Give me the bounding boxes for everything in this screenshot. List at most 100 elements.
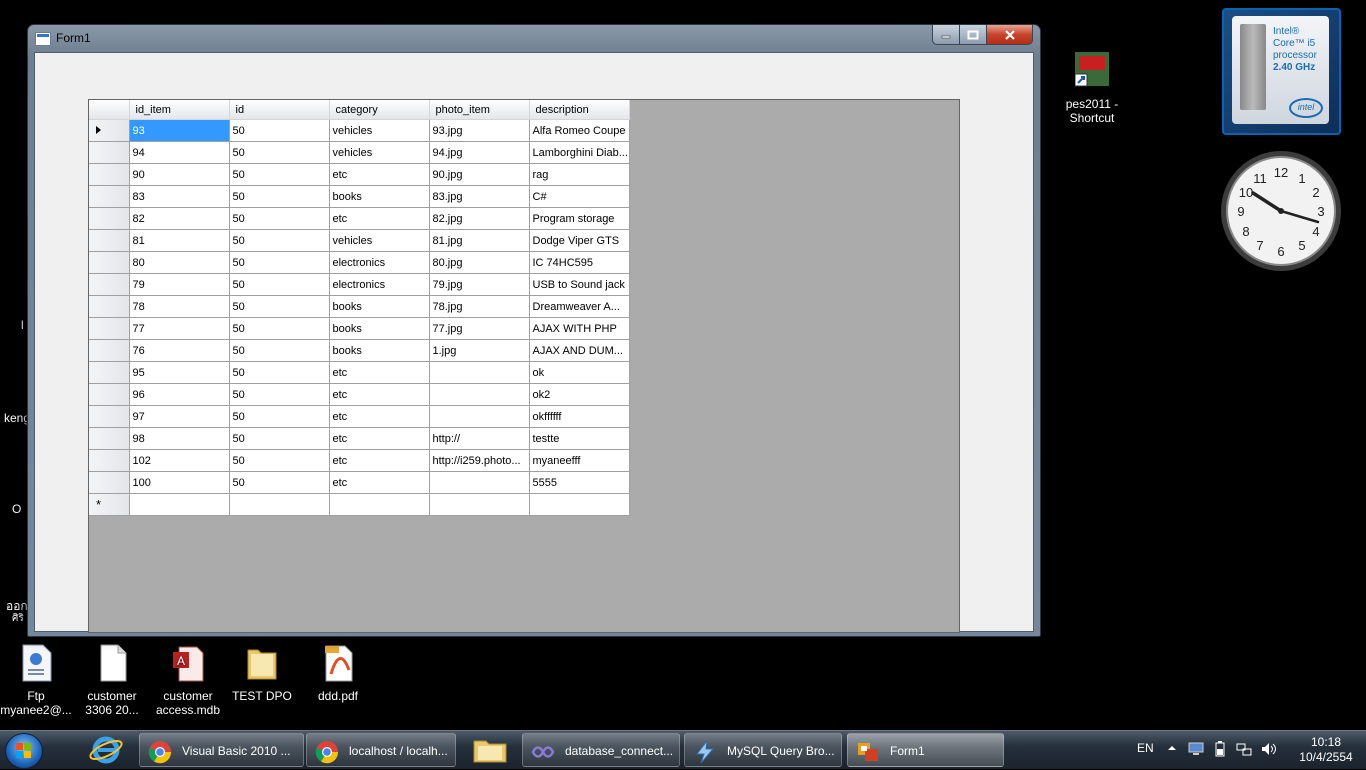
cell-category[interactable]: etc: [329, 449, 430, 472]
form1-window[interactable]: Form1 id_item id category photo_item des…: [27, 24, 1041, 637]
cell-photo-item[interactable]: [429, 471, 530, 494]
desktop-icon-ddd-pdf[interactable]: ddd.pdf: [302, 644, 374, 703]
table-row[interactable]: 98 50 etc http://testte: [89, 427, 630, 450]
row-header-cell[interactable]: [89, 207, 130, 230]
cell-description[interactable]: USB to Sound jack: [529, 273, 630, 296]
cell-description[interactable]: AJAX AND DUM...: [529, 339, 630, 362]
table-row[interactable]: 93 50 vehicles 93.jpg Alfa Romeo Coupe: [89, 119, 630, 142]
row-header-cell[interactable]: [89, 383, 130, 406]
cell-id[interactable]: 50: [229, 163, 330, 186]
cell-category[interactable]: books: [329, 185, 430, 208]
cell-category[interactable]: books: [329, 295, 430, 318]
cell-id[interactable]: 50: [229, 119, 330, 142]
top-left-header-cell[interactable]: [89, 100, 130, 120]
table-row[interactable]: 90 50 etc 90.jpg rag: [89, 163, 630, 186]
cell-category[interactable]: books: [329, 339, 430, 362]
clock-gadget[interactable]: 12 1 2 3 4 5 6 7 8 9 10 11: [1220, 150, 1342, 272]
cell-category[interactable]: vehicles: [329, 141, 430, 164]
cell-category[interactable]: books: [329, 317, 430, 340]
taskbar-button-database-connect[interactable]: database_connect...: [522, 733, 680, 767]
cell-id-item[interactable]: 93: [129, 119, 230, 142]
cell-id-item[interactable]: [129, 493, 230, 516]
desktop-icon-pes2011[interactable]: pes2011 - Shortcut: [1058, 52, 1126, 125]
cell-description[interactable]: rag: [529, 163, 630, 186]
table-row[interactable]: 78 50 books 78.jpg Dreamweaver A...: [89, 295, 630, 318]
cell-id[interactable]: 50: [229, 185, 330, 208]
cell-id-item[interactable]: 82: [129, 207, 230, 230]
cell-photo-item[interactable]: [429, 493, 530, 516]
cell-category[interactable]: etc: [329, 471, 430, 494]
cell-description[interactable]: ok: [529, 361, 630, 384]
cpu-gadget[interactable]: Intel® Core™ i5 processor 2.40 GHz intel: [1222, 8, 1341, 135]
cell-photo-item[interactable]: 80.jpg: [429, 251, 530, 274]
column-header-id[interactable]: id: [229, 100, 330, 120]
cell-photo-item[interactable]: 83.jpg: [429, 185, 530, 208]
table-row[interactable]: 76 50 books 1.jpg AJAX AND DUM...: [89, 339, 630, 362]
cell-category[interactable]: etc: [329, 163, 430, 186]
start-button[interactable]: [5, 733, 43, 769]
cell-id-item[interactable]: 95: [129, 361, 230, 384]
cell-category[interactable]: vehicles: [329, 119, 430, 142]
table-row[interactable]: 102 50 etc http://i259.photo... myaneefff: [89, 449, 630, 472]
row-header-cell[interactable]: [89, 427, 130, 450]
cell-photo-item[interactable]: [429, 405, 530, 428]
table-row[interactable]: 97 50 etc okffffff: [89, 405, 630, 428]
desktop-icon-customer-access[interactable]: A customer access.mdb: [152, 644, 224, 717]
row-header-cell[interactable]: [89, 405, 130, 428]
table-row[interactable]: 80 50 electronics 80.jpg IC 74HC595: [89, 251, 630, 274]
cell-description[interactable]: myaneefff: [529, 449, 630, 472]
clock-tray[interactable]: 10:18 10/4/2554: [1298, 735, 1354, 765]
cell-photo-item[interactable]: 78.jpg: [429, 295, 530, 318]
tray-icon-volume[interactable]: [1260, 741, 1278, 760]
row-header-cell[interactable]: [89, 119, 130, 142]
cell-description[interactable]: Program storage: [529, 207, 630, 230]
row-header-cell[interactable]: [89, 251, 130, 274]
row-header-cell[interactable]: [89, 361, 130, 384]
cell-category[interactable]: etc: [329, 383, 430, 406]
row-header-cell[interactable]: [89, 317, 130, 340]
title-bar[interactable]: Form1: [28, 25, 1040, 52]
cell-photo-item[interactable]: http://i259.photo...: [429, 449, 530, 472]
row-header-cell[interactable]: [89, 471, 130, 494]
row-header-cell[interactable]: [89, 163, 130, 186]
row-header-cell[interactable]: [89, 229, 130, 252]
cell-id-item[interactable]: 94: [129, 141, 230, 164]
data-grid-view[interactable]: id_item id category photo_item descripti…: [88, 99, 960, 633]
cell-description[interactable]: AJAX WITH PHP: [529, 317, 630, 340]
column-header-category[interactable]: category: [329, 100, 430, 120]
cell-id[interactable]: [229, 493, 330, 516]
cell-photo-item[interactable]: http://: [429, 427, 530, 450]
cell-id-item[interactable]: 98: [129, 427, 230, 450]
maximize-button[interactable]: [959, 25, 987, 45]
table-row[interactable]: 96 50 etc ok2: [89, 383, 630, 406]
cell-id[interactable]: 50: [229, 449, 330, 472]
cell-description[interactable]: C#: [529, 185, 630, 208]
cell-description[interactable]: Dreamweaver A...: [529, 295, 630, 318]
cell-photo-item[interactable]: [429, 361, 530, 384]
cell-description[interactable]: Dodge Viper GTS: [529, 229, 630, 252]
cell-id[interactable]: 50: [229, 383, 330, 406]
cell-id[interactable]: 50: [229, 427, 330, 450]
cell-category[interactable]: [329, 493, 430, 516]
cell-id[interactable]: 50: [229, 229, 330, 252]
cell-id-item[interactable]: 90: [129, 163, 230, 186]
table-row[interactable]: 79 50 electronics 79.jpg USB to Sound jack: [89, 273, 630, 296]
cell-id[interactable]: 50: [229, 339, 330, 362]
cell-photo-item[interactable]: 81.jpg: [429, 229, 530, 252]
cell-category[interactable]: etc: [329, 405, 430, 428]
cell-id-item[interactable]: 83: [129, 185, 230, 208]
cell-photo-item[interactable]: 1.jpg: [429, 339, 530, 362]
row-header-cell[interactable]: [89, 339, 130, 362]
cell-photo-item[interactable]: [429, 383, 530, 406]
table-row[interactable]: 77 50 books 77.jpg AJAX WITH PHP: [89, 317, 630, 340]
tray-icon-network[interactable]: [1236, 741, 1252, 760]
row-header-cell[interactable]: [89, 449, 130, 472]
cell-id-item[interactable]: 79: [129, 273, 230, 296]
cell-photo-item[interactable]: 77.jpg: [429, 317, 530, 340]
cell-id-item[interactable]: 97: [129, 405, 230, 428]
table-row[interactable]: 94 50 vehicles 94.jpg Lamborghini Diab...: [89, 141, 630, 164]
cell-id[interactable]: 50: [229, 141, 330, 164]
cell-category[interactable]: vehicles: [329, 229, 430, 252]
desktop-icon-customer-3306[interactable]: customer 3306 20...: [76, 644, 148, 717]
cell-photo-item[interactable]: 82.jpg: [429, 207, 530, 230]
